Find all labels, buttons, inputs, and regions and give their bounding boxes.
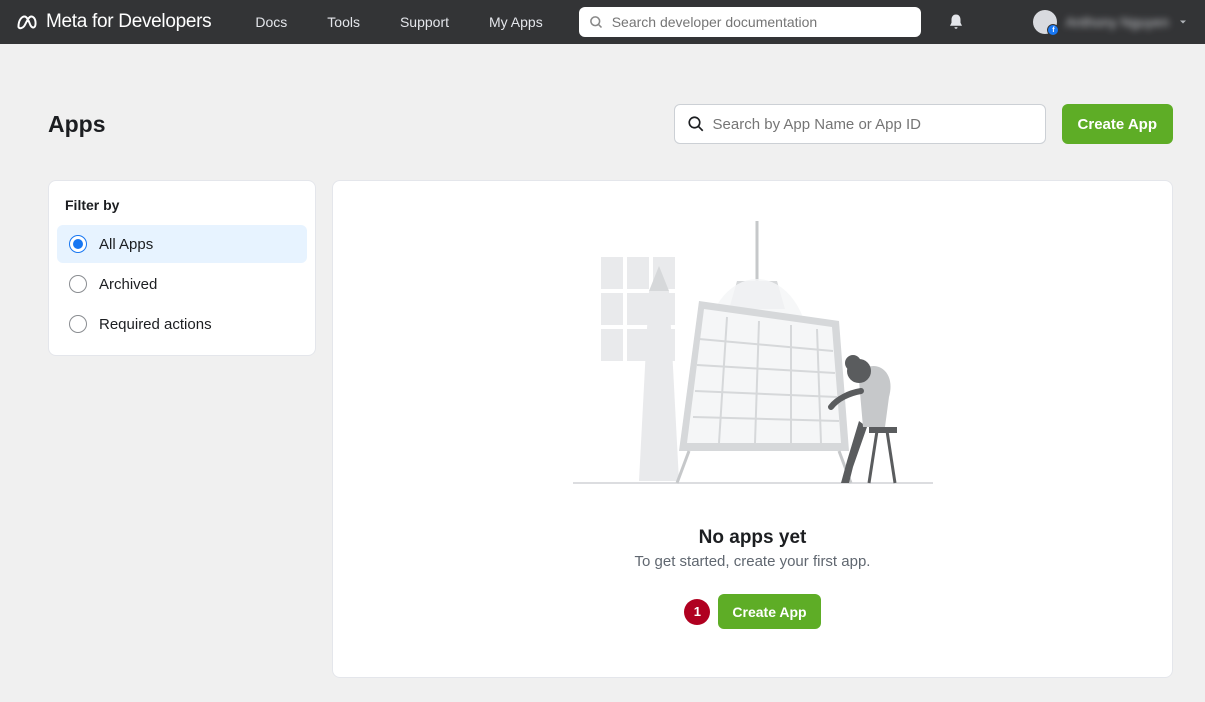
- page-title: Apps: [48, 111, 106, 138]
- radio-icon: [69, 315, 87, 333]
- chevron-down-icon: [1177, 16, 1189, 28]
- search-icon: [687, 115, 705, 133]
- brand-logo[interactable]: Meta for Developers: [16, 11, 211, 33]
- nav-links: Docs Tools Support My Apps: [235, 2, 562, 42]
- empty-subtitle: To get started, create your first app.: [635, 553, 871, 570]
- create-app-button[interactable]: Create App: [1062, 104, 1173, 144]
- filter-item-all-apps[interactable]: All Apps: [57, 225, 307, 263]
- search-icon: [589, 15, 604, 30]
- user-menu[interactable]: f Anthony Nguyen: [1033, 10, 1189, 34]
- filter-item-label: Archived: [99, 276, 157, 293]
- app-search[interactable]: [674, 104, 1046, 144]
- filter-item-label: All Apps: [99, 236, 153, 253]
- top-nav: Meta for Developers Docs Tools Support M…: [0, 0, 1205, 44]
- filter-card: Filter by All Apps Archived Required act…: [48, 180, 316, 356]
- facebook-badge-icon: f: [1047, 24, 1059, 36]
- app-search-input[interactable]: [713, 116, 1033, 133]
- notifications-icon[interactable]: [947, 13, 965, 31]
- main-content: No apps yet To get started, create your …: [332, 180, 1173, 678]
- empty-title: No apps yet: [699, 527, 807, 549]
- nav-tools[interactable]: Tools: [307, 2, 380, 42]
- nav-docs[interactable]: Docs: [235, 2, 307, 42]
- brand-text: Meta for Developers: [46, 11, 211, 33]
- nav-support[interactable]: Support: [380, 2, 469, 42]
- radio-icon: [69, 235, 87, 253]
- avatar: f: [1033, 10, 1057, 34]
- filter-title: Filter by: [49, 197, 315, 225]
- nav-myapps[interactable]: My Apps: [469, 2, 563, 42]
- filter-item-label: Required actions: [99, 316, 212, 333]
- user-name: Anthony Nguyen: [1065, 14, 1169, 30]
- filter-item-required-actions[interactable]: Required actions: [57, 305, 307, 343]
- radio-icon: [69, 275, 87, 293]
- doc-search[interactable]: [579, 7, 921, 37]
- create-app-button-main[interactable]: Create App: [718, 594, 820, 629]
- meta-icon: [16, 11, 38, 33]
- step-badge: 1: [684, 599, 710, 625]
- empty-state-illustration: [569, 221, 937, 491]
- filter-item-archived[interactable]: Archived: [57, 265, 307, 303]
- doc-search-input[interactable]: [612, 14, 911, 30]
